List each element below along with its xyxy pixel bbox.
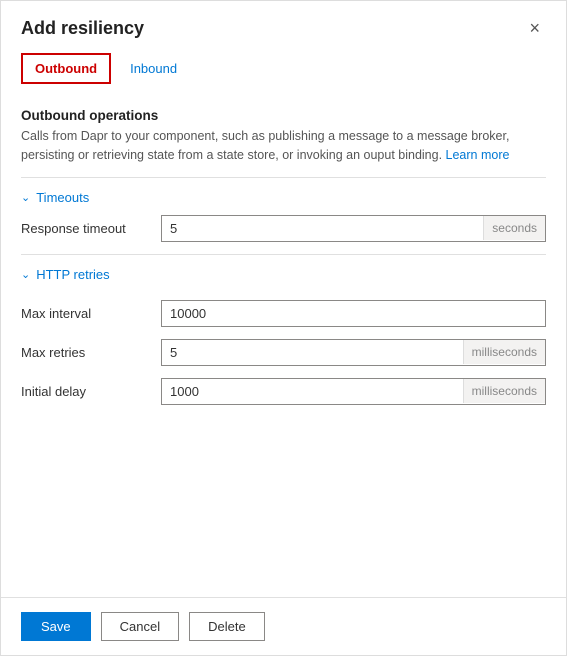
divider-1 <box>21 177 546 178</box>
dialog-footer: Save Cancel Delete <box>1 597 566 655</box>
initial-delay-input-wrapper: milliseconds <box>161 378 546 405</box>
delete-button[interactable]: Delete <box>189 612 265 641</box>
initial-delay-label: Initial delay <box>21 384 161 399</box>
timeouts-chevron-icon: ⌄ <box>21 191 30 204</box>
response-timeout-suffix: seconds <box>483 216 545 240</box>
close-button[interactable]: × <box>523 17 546 39</box>
max-retries-input-wrapper: milliseconds <box>161 339 546 366</box>
http-retries-chevron-icon: ⌄ <box>21 268 30 281</box>
learn-more-link[interactable]: Learn more <box>446 148 510 162</box>
response-timeout-label: Response timeout <box>21 221 161 236</box>
response-timeout-row: Response timeout seconds <box>21 215 546 242</box>
divider-2 <box>21 254 546 255</box>
max-interval-row: Max interval <box>21 300 546 327</box>
timeouts-label: Timeouts <box>36 190 89 205</box>
max-retries-label: Max retries <box>21 345 161 360</box>
cancel-button[interactable]: Cancel <box>101 612 179 641</box>
outbound-section-desc: Calls from Dapr to your component, such … <box>21 127 546 165</box>
response-timeout-input[interactable] <box>162 216 483 241</box>
http-retries-section-header[interactable]: ⌄ HTTP retries <box>21 261 546 288</box>
add-resiliency-dialog: Add resiliency × Outbound Inbound Outbou… <box>0 0 567 656</box>
tab-outbound[interactable]: Outbound <box>21 53 111 84</box>
max-interval-label: Max interval <box>21 306 161 321</box>
response-timeout-input-wrapper: seconds <box>161 215 546 242</box>
tab-bar: Outbound Inbound <box>1 49 566 84</box>
tab-inbound[interactable]: Inbound <box>117 54 190 83</box>
initial-delay-input[interactable] <box>162 379 463 404</box>
http-retries-label: HTTP retries <box>36 267 109 282</box>
dialog-title: Add resiliency <box>21 18 144 39</box>
max-retries-input[interactable] <box>162 340 463 365</box>
max-retries-row: Max retries milliseconds <box>21 339 546 366</box>
outbound-section-title: Outbound operations <box>21 108 546 123</box>
dialog-body: Outbound operations Calls from Dapr to y… <box>1 84 566 597</box>
timeouts-section-header[interactable]: ⌄ Timeouts <box>21 184 546 211</box>
dialog-header: Add resiliency × <box>1 1 566 49</box>
max-retries-suffix: milliseconds <box>463 340 545 364</box>
save-button[interactable]: Save <box>21 612 91 641</box>
initial-delay-suffix: milliseconds <box>463 379 545 403</box>
section-desc-text: Calls from Dapr to your component, such … <box>21 129 509 162</box>
max-interval-input-wrapper <box>161 300 546 327</box>
max-interval-input[interactable] <box>162 301 545 326</box>
initial-delay-row: Initial delay milliseconds <box>21 378 546 405</box>
